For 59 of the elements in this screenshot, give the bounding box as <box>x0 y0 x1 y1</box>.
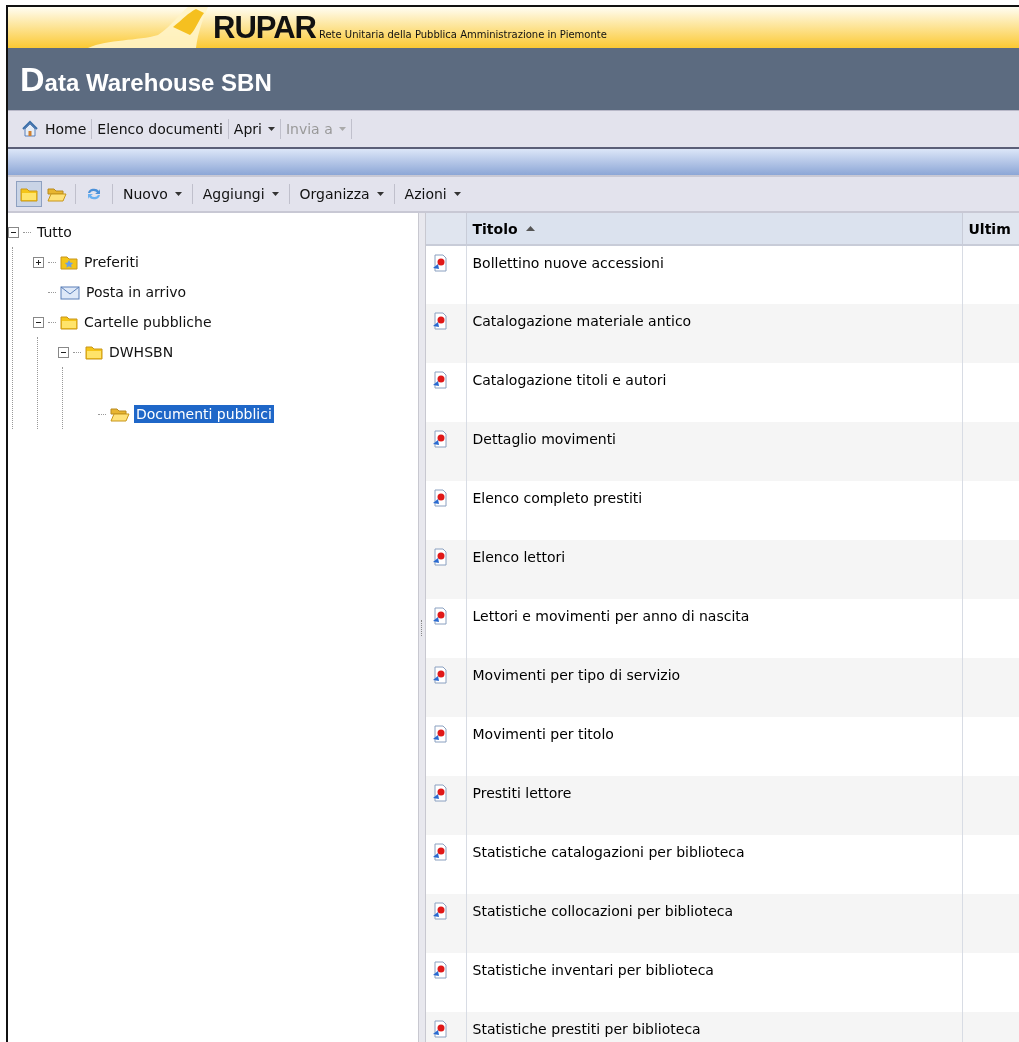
collapse-toggle-icon[interactable] <box>8 226 19 238</box>
app-title: Data Warehouse SBN <box>20 59 272 99</box>
sort-up-icon <box>525 225 535 231</box>
home-icon <box>21 120 39 138</box>
tree-item[interactable]: DWHSBN <box>107 343 176 361</box>
caret-icon <box>271 192 279 196</box>
folder-icon <box>85 344 103 360</box>
title-cell[interactable]: Elenco lettori <box>466 540 962 599</box>
report-icon <box>432 312 448 330</box>
report-icon <box>432 489 448 507</box>
tree-item[interactable]: Documenti pubblici <box>134 405 274 423</box>
report-icon <box>432 784 448 802</box>
caret-icon <box>453 192 461 196</box>
report-icon <box>432 254 448 272</box>
collapse-toggle-icon[interactable] <box>58 346 69 358</box>
tree-item[interactable]: Tutto <box>35 223 74 241</box>
expand-toggle-icon[interactable] <box>33 256 44 268</box>
tree-item[interactable]: Preferiti <box>82 253 141 271</box>
caret-icon <box>376 192 384 196</box>
report-icon <box>432 843 448 861</box>
dropdown-button[interactable]: Apri <box>228 119 280 139</box>
menu-button[interactable]: Azioni <box>399 184 466 204</box>
banner-subtitle: Rete Unitaria della Pubblica Amministrazione in Piemonte <box>318 29 607 40</box>
menu-button[interactable]: Nuovo <box>118 184 187 204</box>
report-icon <box>432 548 448 566</box>
column-header[interactable]: Titolo <box>466 213 962 245</box>
report-icon <box>432 430 448 448</box>
folder-icon <box>20 186 38 202</box>
caret-icon <box>267 127 275 131</box>
title-cell[interactable]: Dettaglio movimenti <box>466 422 962 481</box>
menu-button[interactable]: Organizza <box>294 184 389 204</box>
title-cell[interactable]: Movimenti per tipo di servizio <box>466 658 962 717</box>
report-icon <box>432 902 448 920</box>
logo-text: RUPAR <box>213 10 316 46</box>
caret-icon <box>174 192 182 196</box>
tree-item[interactable]: Posta in arrivo <box>84 283 189 301</box>
column-header[interactable]: Ultim <box>962 213 1019 245</box>
title-cell[interactable]: Statistiche prestiti per biblioteca <box>466 1012 962 1042</box>
report-icon <box>432 961 448 979</box>
folder-icon <box>60 314 78 330</box>
open-folder-icon <box>110 406 130 422</box>
title-cell[interactable]: Catalogazione materiale antico <box>466 304 962 363</box>
star-folder-icon <box>60 254 78 270</box>
title-cell[interactable]: Prestiti lettore <box>466 776 962 835</box>
refresh-icon <box>85 186 103 202</box>
toolbar-button[interactable]: Elenco documenti <box>92 119 228 139</box>
home-button[interactable]: Home <box>16 118 92 140</box>
collapse-toggle-icon[interactable] <box>33 316 44 328</box>
report-icon <box>432 371 448 389</box>
menu-button[interactable]: Aggiungi <box>197 184 284 204</box>
open-folder-icon <box>47 186 67 202</box>
caret-icon <box>338 127 346 131</box>
envelope-icon <box>60 284 80 300</box>
tree-item[interactable]: Cartelle pubbliche <box>82 313 214 331</box>
report-icon <box>432 666 448 684</box>
report-icon <box>432 1020 448 1038</box>
title-cell[interactable]: Statistiche collocazioni per biblioteca <box>466 894 962 953</box>
report-icon <box>432 607 448 625</box>
report-icon <box>432 725 448 743</box>
